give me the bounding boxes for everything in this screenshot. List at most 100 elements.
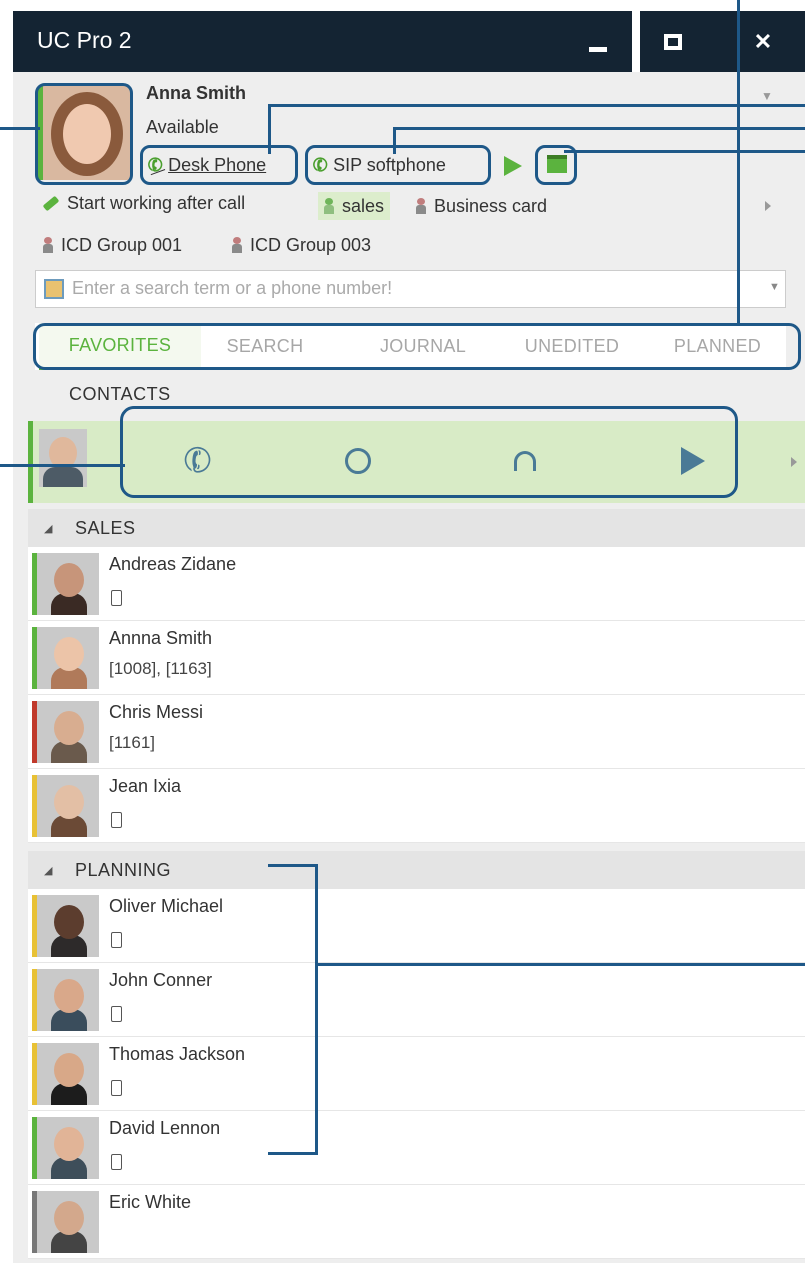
- avatar-face: [54, 905, 84, 939]
- contact-row[interactable]: Annna Smith [1008], [1163]: [28, 621, 805, 695]
- callout-box: [535, 145, 577, 185]
- avatar-face: [54, 563, 84, 597]
- titlebar-separator: [632, 11, 640, 72]
- chevron-right-icon[interactable]: [765, 201, 771, 211]
- group-icon: [43, 237, 53, 253]
- mobile-phone-icon: [111, 590, 122, 606]
- minimize-button[interactable]: [568, 11, 628, 72]
- contact-name: David Lennon: [109, 1118, 221, 1138]
- close-button[interactable]: ✕: [733, 11, 793, 72]
- start-working-label: Start working after call: [67, 193, 246, 213]
- avatar-face: [54, 1127, 84, 1161]
- avatar-face: [54, 1053, 84, 1087]
- chip-label: Business card: [434, 195, 548, 216]
- chip-sales[interactable]: sales: [318, 192, 391, 220]
- callout-box: [33, 323, 801, 370]
- callout-line: [268, 1152, 318, 1155]
- play-icon[interactable]: [504, 156, 522, 176]
- contact-name: Chris Messi: [109, 702, 204, 722]
- group-title: SALES: [74, 517, 136, 538]
- pencil-icon: [42, 195, 60, 212]
- start-working-option[interactable]: Start working after call: [42, 193, 246, 214]
- callout-box: [35, 83, 133, 185]
- sales-contact-list: Andreas Zidane Annna Smith [1008], [1163] C…: [28, 547, 805, 843]
- contact-name: Thomas Jackson: [109, 1044, 246, 1064]
- contact-name: Eric White: [109, 1192, 192, 1212]
- mobile-phone-icon: [111, 1006, 122, 1022]
- avatar-body: [43, 467, 83, 487]
- directory-icon: [44, 279, 64, 299]
- contact-extensions: [1008], [1163]: [109, 659, 212, 678]
- callout-box: [120, 406, 738, 498]
- chip-icd-group-003[interactable]: ICD Group 003: [232, 231, 371, 259]
- uc-pro-window: UC Pro 2 ✕ Anna Smith Available ▼ ✆ Desk…: [13, 11, 805, 1263]
- group-header-sales[interactable]: ◢ SALES: [28, 509, 805, 547]
- avatar: [37, 701, 99, 763]
- avatar: [37, 1117, 99, 1179]
- avatar-face: [54, 711, 84, 745]
- contact-row[interactable]: Oliver Michael: [28, 889, 805, 963]
- contact-row[interactable]: Chris Messi [1161]: [28, 695, 805, 769]
- avatar: [37, 775, 99, 837]
- avatar: [37, 627, 99, 689]
- collapse-icon[interactable]: ◢: [44, 864, 53, 877]
- planning-contact-list: Oliver Michael John Conner Thomas Jackson D…: [28, 889, 805, 1259]
- contact-name: Oliver Michael: [109, 896, 224, 916]
- contact-row[interactable]: Eric White: [28, 1185, 805, 1259]
- group-header-planning[interactable]: ◢ PLANNING: [28, 851, 805, 889]
- chevron-right-icon[interactable]: [791, 457, 797, 467]
- contact-row[interactable]: Thomas Jackson: [28, 1037, 805, 1111]
- callout-line: [564, 150, 805, 153]
- group-icon: [416, 198, 426, 214]
- chip-business-card[interactable]: Business card: [416, 192, 547, 220]
- contacts-header: CONTACTS: [69, 384, 171, 404]
- contact-name: Annna Smith: [109, 628, 213, 648]
- contact-name: Jean Ixia: [109, 776, 182, 796]
- contact-row[interactable]: David Lennon: [28, 1111, 805, 1185]
- chip-label: sales: [342, 195, 385, 216]
- window-title: UC Pro 2: [37, 27, 132, 53]
- avatar-face: [54, 1201, 84, 1235]
- avatar: [37, 969, 99, 1031]
- avatar-face: [54, 979, 84, 1013]
- group-title: PLANNING: [74, 859, 171, 880]
- chip-label: ICD Group 003: [250, 234, 372, 255]
- chevron-down-icon[interactable]: ▼: [769, 281, 780, 293]
- mobile-phone-icon: [111, 1080, 122, 1096]
- callout-line: [315, 864, 318, 1155]
- profile-dropdown-icon[interactable]: ▼: [761, 89, 773, 103]
- maximize-button[interactable]: [643, 11, 703, 72]
- avatar: [39, 429, 87, 487]
- title-bar[interactable]: UC Pro 2 ✕: [13, 11, 805, 72]
- avatar: [37, 895, 99, 957]
- contact-extensions: [1161]: [109, 733, 156, 752]
- callout-line: [737, 0, 740, 326]
- avatar: [37, 1043, 99, 1105]
- avatar: [37, 1191, 99, 1253]
- user-name: Anna Smith: [146, 83, 247, 103]
- avatar-face: [54, 785, 84, 819]
- callout-line: [268, 864, 318, 867]
- collapse-icon[interactable]: ◢: [44, 522, 53, 535]
- group-icon: [324, 198, 334, 214]
- callout-line: [315, 963, 805, 966]
- group-icon: [232, 237, 242, 253]
- callout-line: [268, 104, 805, 107]
- contact-name: John Conner: [109, 970, 213, 990]
- minimize-icon: [589, 47, 607, 52]
- presence-status[interactable]: Available: [146, 117, 219, 138]
- search-input[interactable]: Enter a search term or a phone number! ▼: [35, 270, 786, 308]
- callout-box: [140, 145, 298, 185]
- contact-row[interactable]: Andreas Zidane: [28, 547, 805, 621]
- callout-line: [0, 464, 125, 467]
- contact-row[interactable]: Jean Ixia: [28, 769, 805, 843]
- chip-icd-group-001[interactable]: ICD Group 001: [43, 231, 182, 259]
- avatar: [37, 553, 99, 615]
- callout-box: [305, 145, 491, 185]
- callout-line: [0, 127, 40, 130]
- contact-name: Andreas Zidane: [109, 554, 237, 574]
- mobile-phone-icon: [111, 1154, 122, 1170]
- chip-label: ICD Group 001: [61, 234, 183, 255]
- mobile-phone-icon: [111, 812, 122, 828]
- contact-row[interactable]: John Conner: [28, 963, 805, 1037]
